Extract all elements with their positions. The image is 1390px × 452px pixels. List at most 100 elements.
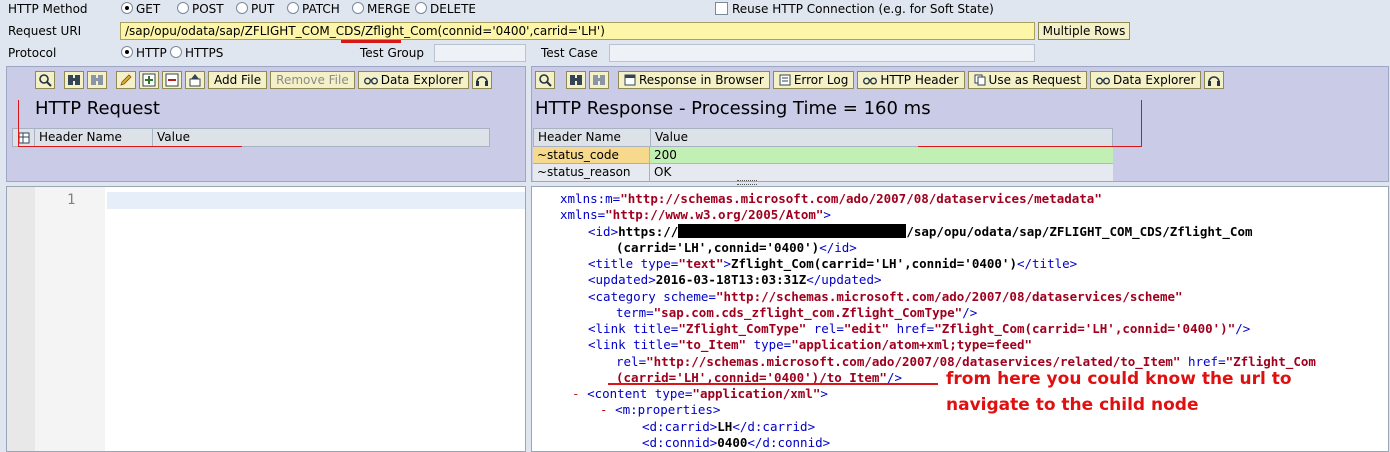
annotation-vline-response <box>1141 100 1142 146</box>
error-log-button[interactable]: Error Log <box>772 71 855 89</box>
radio-icon <box>287 2 299 14</box>
response-data-explorer-label: Data Explorer <box>1112 73 1196 87</box>
annotation-underline-uri <box>341 40 401 43</box>
xml-line-6: <updated>2016-03-18T13:03:31Z</updated> <box>588 272 882 288</box>
response-data-explorer-button[interactable]: Data Explorer <box>1089 71 1202 89</box>
method-patch-label: PATCH <box>302 2 340 16</box>
use-as-request-button[interactable]: Use as Request <box>967 71 1087 89</box>
headphones-icon[interactable] <box>472 71 493 89</box>
request-body-editor[interactable]: 1 <box>6 186 526 452</box>
xml-line-10: <link title="to_Item" type="application/… <box>588 337 1032 353</box>
edit-pencil-icon[interactable] <box>116 71 136 89</box>
table-settings-icon[interactable] <box>13 129 35 146</box>
annotation-hline-response <box>918 146 1142 147</box>
method-merge-radio[interactable]: MERGE <box>352 2 410 16</box>
protocol-https-radio[interactable]: HTTPS <box>170 46 223 60</box>
http-response-title: HTTP Response - Processing Time = 160 ms <box>535 98 931 119</box>
upload-icon[interactable] <box>185 71 205 89</box>
xml-line-9: <link title="Zflight_ComType" rel="edit"… <box>588 321 1250 337</box>
annotation-text-line1: from here you could know the url to <box>946 369 1292 389</box>
xml-value: "text" <box>678 256 724 271</box>
xml-attr: rel= <box>806 321 844 336</box>
glasses-icon <box>1096 77 1110 85</box>
xml-line-2: xmlns="http://www.w3.org/2005/Atom"> <box>560 207 831 223</box>
collapse-toggle[interactable]: - <box>600 402 608 417</box>
response-col-value[interactable]: Value <box>651 129 1112 146</box>
method-patch-radio[interactable]: PATCH <box>287 2 340 16</box>
remove-file-button[interactable]: Remove File <box>270 71 355 89</box>
find-next-icon[interactable] <box>87 71 107 89</box>
method-put-label: PUT <box>251 2 275 16</box>
xml-tag: </d:carrid> <box>732 419 816 434</box>
status-reason-value: OK <box>650 164 1113 181</box>
method-get-label: GET <box>136 2 161 16</box>
line-number-column <box>35 187 105 451</box>
xml-attr: href= <box>889 321 935 336</box>
error-log-label: Error Log <box>793 73 849 87</box>
browser-icon <box>624 74 636 86</box>
add-file-button[interactable]: Add File <box>208 71 268 89</box>
test-group-input[interactable] <box>434 44 526 62</box>
response-col-header-name[interactable]: Header Name <box>534 129 651 146</box>
insert-row-icon[interactable] <box>139 71 159 89</box>
xml-value: "Zflight_ComType" <box>678 321 807 336</box>
request-col-value[interactable]: Value <box>153 129 489 146</box>
http-method-label: HTTP Method <box>8 2 88 16</box>
response-header-table: Header Name Value ~status_code 200 ~stat… <box>533 128 1113 181</box>
test-case-input[interactable] <box>609 44 1035 62</box>
request-data-explorer-button[interactable]: Data Explorer <box>357 71 470 89</box>
test-group-label: Test Group <box>360 46 424 60</box>
xml-tag: </id> <box>819 240 857 255</box>
xml-tag: <title type= <box>588 256 679 271</box>
response-find-icon[interactable] <box>566 71 586 89</box>
splitter-handle[interactable] <box>737 180 757 185</box>
xml-tag: </d:connid> <box>747 435 831 450</box>
xml-value: "http://schemas.microsoft.com/ado/2007/0… <box>646 354 1181 369</box>
xml-text: https:// <box>618 224 679 239</box>
method-get-radio[interactable]: GET <box>121 2 160 16</box>
current-line-highlight <box>107 192 525 209</box>
request-uri-input[interactable]: /sap/opu/odata/sap/ZFLIGHT_COM_CDS/Zflig… <box>120 22 1035 40</box>
response-in-browser-button[interactable]: Response in Browser <box>618 71 770 89</box>
xml-value: "application/atom+xml;type=feed" <box>791 337 1033 352</box>
http-header-button[interactable]: HTTP Header <box>857 71 965 89</box>
execute-icon[interactable] <box>35 71 55 89</box>
redacted-block <box>678 224 907 238</box>
xml-tag: <d:carrid> <box>642 419 718 434</box>
method-put-radio[interactable]: PUT <box>236 2 274 16</box>
protocol-label: Protocol <box>8 46 57 60</box>
delete-row-icon[interactable] <box>162 71 182 89</box>
table-row[interactable]: ~status_code 200 <box>533 147 1113 164</box>
response-headphones-icon[interactable] <box>1204 71 1225 89</box>
http-header-label: HTTP Header <box>880 73 959 87</box>
method-post-label: POST <box>192 2 224 16</box>
glasses-icon <box>863 77 878 85</box>
method-delete-radio[interactable]: DELETE <box>415 2 476 16</box>
method-post-radio[interactable]: POST <box>177 2 224 16</box>
xml-attr: type= <box>746 337 792 352</box>
collapse-toggle[interactable]: - <box>572 386 580 401</box>
table-row[interactable]: ~status_reason OK <box>533 164 1113 181</box>
find-icon[interactable] <box>64 71 84 89</box>
xml-line-15: <d:carrid>LH</d:carrid> <box>642 419 815 435</box>
xml-tag: > <box>823 207 831 222</box>
protocol-http-label: HTTP <box>136 46 167 60</box>
response-toolbar: Response in Browser Error Log HTTP Heade… <box>535 71 1225 89</box>
xml-value: "edit" <box>843 321 890 336</box>
response-execute-icon[interactable] <box>535 71 555 89</box>
xml-tag: /> <box>1235 321 1251 336</box>
protocol-http-radio[interactable]: HTTP <box>121 46 167 60</box>
xml-attr: rel= <box>616 354 647 369</box>
multiple-rows-button[interactable]: Multiple Rows <box>1038 22 1130 40</box>
xml-attr: xmlns:m= <box>560 191 621 206</box>
xml-attr: term= <box>616 305 654 320</box>
status-code-value: 200 <box>650 147 1113 164</box>
response-find-next-icon[interactable] <box>589 71 609 89</box>
request-col-header-name[interactable]: Header Name <box>35 129 153 146</box>
reuse-connection-checkbox[interactable]: Reuse HTTP Connection (e.g. for Soft Sta… <box>715 2 994 16</box>
test-case-label: Test Case <box>541 46 598 60</box>
xml-tag: </title> <box>1016 256 1078 271</box>
status-code-name: ~status_code <box>533 147 650 164</box>
xml-line-1: xmlns:m="http://schemas.microsoft.com/ad… <box>560 191 1102 207</box>
status-reason-name: ~status_reason <box>533 164 650 181</box>
